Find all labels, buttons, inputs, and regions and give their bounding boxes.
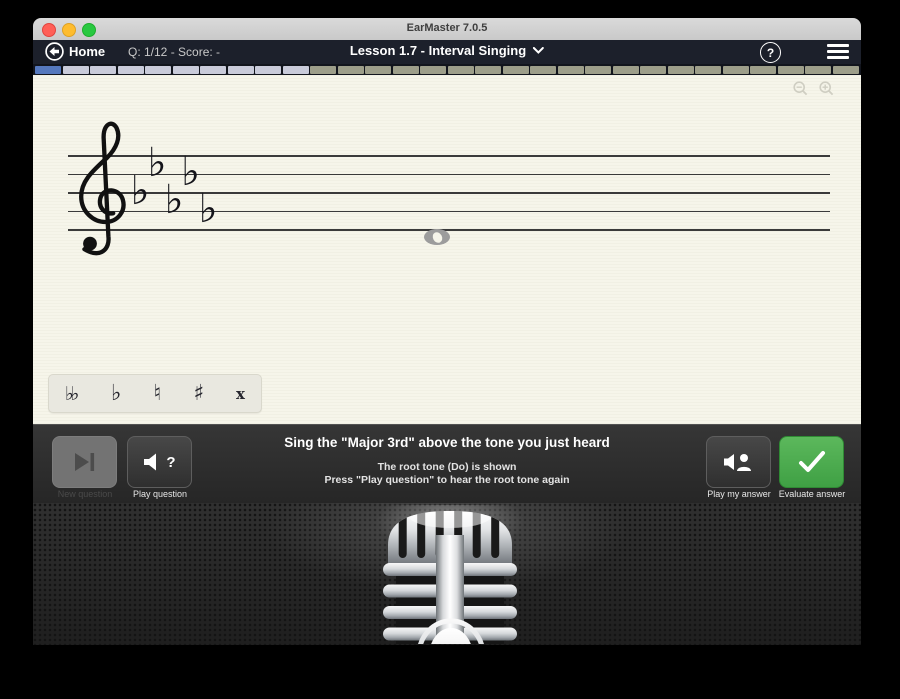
progress-segment-later	[365, 66, 391, 74]
question-circle-icon: ?	[767, 46, 774, 60]
progress-segment-upcoming	[90, 66, 116, 74]
progress-segment-later	[310, 66, 336, 74]
progress-segment-upcoming	[118, 66, 144, 74]
window-title: EarMaster 7.0.5	[33, 22, 861, 34]
lesson-title: Lesson 1.7 - Interval Singing	[350, 43, 526, 58]
progress-segment-later	[420, 66, 446, 74]
checkmark-icon	[797, 450, 827, 474]
hamburger-icon	[827, 44, 849, 47]
progress-segment-later	[723, 66, 749, 74]
progress-segment-later	[558, 66, 584, 74]
key-signature-flat-Gb: ♭	[199, 191, 218, 227]
key-signature-flat-Db: ♭	[181, 154, 200, 190]
help-button[interactable]: ?	[760, 42, 781, 63]
key-signature-flat-Eb: ♭	[148, 145, 167, 181]
menu-button[interactable]	[827, 44, 849, 62]
double-flat-button[interactable]: ♭♭	[65, 379, 79, 409]
play-question-label: Play question	[115, 489, 205, 499]
progress-segment-later	[613, 66, 639, 74]
app-window: EarMaster 7.0.5 Home Q: 1/12 - Score: - …	[33, 18, 861, 680]
progress-segment-later	[750, 66, 776, 74]
progress-segment-later	[503, 66, 529, 74]
progress-segment-later	[530, 66, 556, 74]
progress-segment-upcoming	[228, 66, 254, 74]
staff-line	[68, 229, 830, 231]
progress-segment-later	[393, 66, 419, 74]
treble-clef-icon	[70, 118, 134, 262]
progress-segment-later	[640, 66, 666, 74]
accidental-toolbar: ♭♭♭♮♯x	[48, 374, 262, 413]
title-bar: EarMaster 7.0.5	[33, 18, 861, 41]
flat-button[interactable]: ♭	[111, 379, 121, 409]
lesson-selector[interactable]: Lesson 1.7 - Interval Singing	[350, 43, 544, 58]
notation-area[interactable]: ♭♭♭♭♭ ♭♭♭♮♯x	[33, 75, 861, 424]
evaluate-answer-label: Evaluate answer	[767, 489, 857, 499]
progress-segment-upcoming	[145, 66, 171, 74]
progress-segment-later	[475, 66, 501, 74]
sharp-button[interactable]: ♯	[193, 379, 204, 409]
progress-segment-current	[35, 66, 61, 74]
vintage-microphone-icon	[370, 505, 530, 644]
bottom-spacer	[33, 645, 861, 680]
progress-bar	[33, 64, 861, 75]
microphone-section	[33, 503, 861, 645]
progress-segment-upcoming	[63, 66, 89, 74]
nav-bar: Home Q: 1/12 - Score: - Lesson 1.7 - Int…	[33, 40, 861, 64]
progress-segment-later	[805, 66, 831, 74]
play-my-answer-button[interactable]	[706, 436, 771, 488]
progress-segment-later	[833, 66, 859, 74]
evaluate-answer-button[interactable]	[779, 436, 844, 488]
progress-segment-later	[695, 66, 721, 74]
natural-button[interactable]: ♮	[153, 379, 161, 409]
home-button[interactable]: Home	[45, 42, 105, 61]
progress-segment-upcoming	[255, 66, 281, 74]
magnifier-minus-icon[interactable]	[793, 81, 808, 96]
progress-segment-later	[338, 66, 364, 74]
instruction-panel: New question ? Play question Sing the "M…	[33, 424, 861, 504]
progress-segment-upcoming	[200, 66, 226, 74]
progress-segment-upcoming	[173, 66, 199, 74]
double-sharp-button[interactable]: x	[236, 379, 245, 409]
left-arrow-circle-icon	[45, 42, 64, 61]
zoom-controls	[793, 81, 834, 96]
progress-segment-upcoming	[283, 66, 309, 74]
root-tone-note	[424, 229, 450, 245]
question-score-status: Q: 1/12 - Score: -	[128, 45, 220, 59]
progress-segment-later	[668, 66, 694, 74]
home-label: Home	[69, 44, 105, 59]
chevron-down-icon	[533, 47, 544, 54]
magnifier-plus-icon[interactable]	[819, 81, 834, 96]
speaker-person-icon	[724, 451, 754, 473]
progress-segment-later	[585, 66, 611, 74]
progress-segment-later	[778, 66, 804, 74]
progress-segment-later	[448, 66, 474, 74]
